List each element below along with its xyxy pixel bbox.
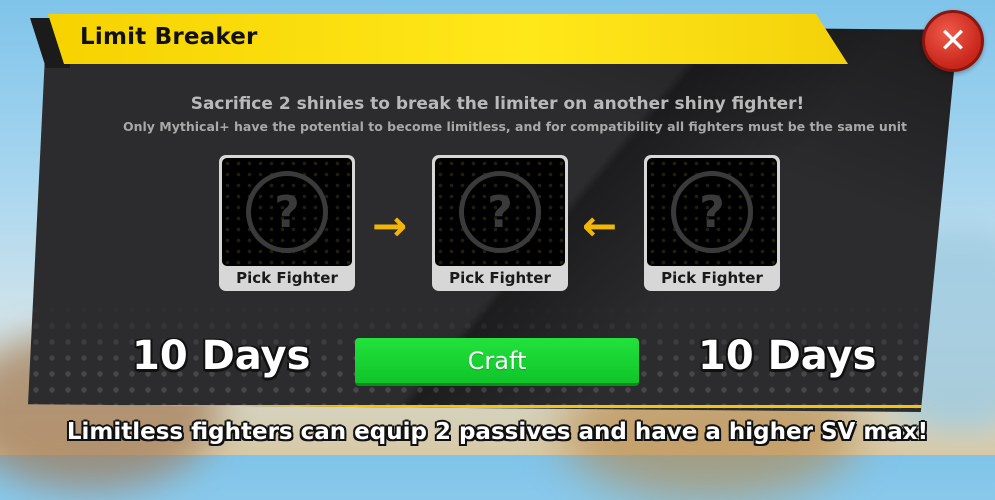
question-mark-icon: ?	[246, 171, 328, 253]
fighter-slot-left[interactable]: ? Pick Fighter	[219, 155, 355, 291]
timer-left: 10 Days	[132, 333, 311, 379]
craft-button[interactable]: Craft	[355, 338, 639, 386]
arrow-right-icon: →	[372, 201, 408, 250]
close-button[interactable]: ✕	[922, 10, 984, 72]
fighter-slot-center[interactable]: ? Pick Fighter	[432, 155, 568, 291]
arrow-left-icon: ←	[582, 201, 618, 250]
craft-button-label: Craft	[467, 346, 527, 375]
question-mark-icon: ?	[671, 171, 753, 253]
description-detail: Only Mythical+ have the potential to bec…	[123, 119, 907, 134]
close-icon: ✕	[938, 21, 968, 61]
pick-fighter-label: Pick Fighter	[449, 269, 551, 287]
pick-fighter-label: Pick Fighter	[236, 269, 338, 287]
pick-fighter-label: Pick Fighter	[661, 269, 763, 287]
description-main: Sacrifice 2 shinies to break the limiter…	[190, 94, 805, 114]
fighter-slot-image: ?	[222, 158, 352, 266]
page-title: Limit Breaker	[80, 24, 258, 50]
footer-tip: Limitless fighters can equip 2 passives …	[66, 419, 929, 445]
fighter-slot-right[interactable]: ? Pick Fighter	[644, 155, 780, 291]
fighter-slot-image: ?	[435, 158, 565, 266]
timer-right: 10 Days	[698, 333, 877, 379]
fighter-slot-image: ?	[647, 158, 777, 266]
question-mark-icon: ?	[459, 171, 541, 253]
